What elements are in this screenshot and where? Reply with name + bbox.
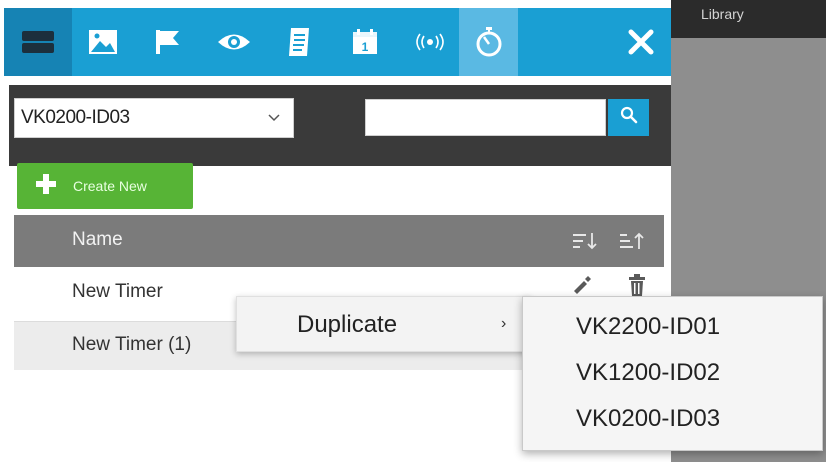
eye-icon — [217, 31, 251, 53]
layers-icon — [20, 27, 56, 57]
eye-button[interactable] — [199, 8, 269, 76]
layers-button[interactable] — [4, 8, 72, 76]
search-input[interactable] — [365, 99, 606, 136]
toolbar: 1 — [4, 8, 671, 76]
library-header: Library — [671, 0, 826, 38]
calendar-button[interactable]: 1 — [329, 8, 401, 76]
image-icon — [88, 29, 118, 55]
library-label: Library — [701, 6, 744, 22]
sort-ascending-icon[interactable] — [619, 231, 645, 256]
submenu-item-device[interactable]: VK2200-ID01 — [576, 313, 720, 341]
search-button[interactable] — [608, 99, 649, 136]
image-button[interactable] — [72, 8, 134, 76]
close-button[interactable] — [610, 8, 671, 76]
create-new-label: Create New — [73, 178, 147, 194]
search-icon — [620, 106, 638, 129]
close-icon — [627, 28, 655, 56]
svg-text:1: 1 — [362, 40, 369, 54]
document-button[interactable] — [269, 8, 329, 76]
list-header: Name — [14, 215, 664, 267]
context-menu: Duplicate › — [236, 296, 531, 352]
document-icon — [287, 27, 311, 57]
plus-icon — [35, 173, 57, 200]
list-item-name: New Timer (1) — [72, 334, 192, 355]
broadcast-icon — [414, 33, 446, 51]
flag-button[interactable] — [134, 8, 199, 76]
duplicate-menu-item[interactable]: Duplicate — [297, 311, 397, 339]
chevron-down-icon — [267, 110, 281, 129]
submenu-item-device[interactable]: VK0200-ID03 — [576, 405, 720, 433]
flag-icon — [153, 28, 181, 56]
device-select-value: VK0200-ID03 — [21, 107, 130, 128]
duplicate-submenu: VK2200-ID01 VK1200-ID02 VK0200-ID03 — [522, 296, 823, 451]
sort-descending-icon[interactable] — [572, 231, 598, 256]
device-select[interactable]: VK0200-ID03 — [14, 98, 294, 138]
create-new-button[interactable]: Create New — [17, 163, 193, 209]
column-header-name[interactable]: Name — [72, 229, 123, 251]
stopwatch-icon — [475, 26, 503, 58]
submenu-item-device[interactable]: VK1200-ID02 — [576, 359, 720, 387]
broadcast-button[interactable] — [401, 8, 459, 76]
chevron-right-icon: › — [501, 315, 507, 332]
list-item-name: New Timer — [72, 281, 163, 302]
stopwatch-button[interactable] — [459, 8, 518, 76]
calendar-icon: 1 — [352, 29, 378, 55]
